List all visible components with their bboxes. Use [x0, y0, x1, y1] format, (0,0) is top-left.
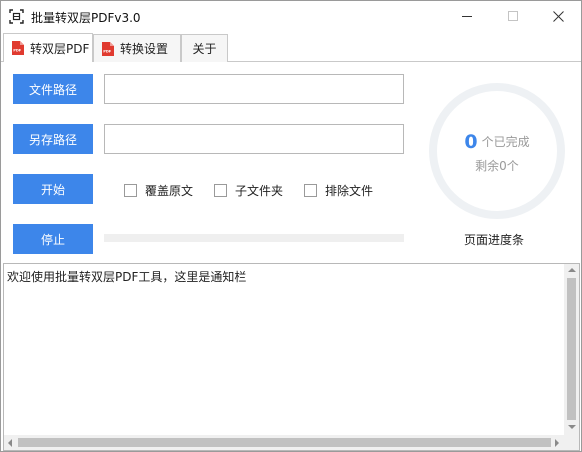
completed-label: 个已完成: [481, 135, 530, 149]
scroll-up-arrow-icon[interactable]: [568, 268, 576, 272]
conversion-progress-bar: [104, 234, 404, 242]
completed-count-display: 0 个已完成: [427, 131, 567, 153]
completed-count: 0: [464, 131, 478, 153]
svg-text:PDF: PDF: [103, 49, 112, 53]
vertical-scrollbar[interactable]: [564, 264, 579, 435]
save-path-button[interactable]: 另存路径: [13, 124, 93, 154]
scrollbar-corner: [564, 435, 579, 450]
exclude-files-checkbox[interactable]: 排除文件: [304, 182, 373, 199]
file-path-input[interactable]: [104, 74, 404, 104]
svg-text:PDF: PDF: [13, 49, 22, 53]
checkbox-box[interactable]: [124, 184, 137, 197]
window-title: 批量转双层PDFv3.0: [31, 11, 141, 25]
page-progress-label: 页面进度条: [463, 233, 524, 247]
pdf-icon: PDF: [12, 41, 24, 55]
minimize-icon: [461, 16, 472, 17]
checkbox-label: 排除文件: [325, 184, 374, 198]
remaining-count: 剩余0个: [475, 159, 519, 173]
save-path-input[interactable]: [104, 124, 404, 154]
minimize-button[interactable]: [444, 1, 490, 32]
tab-label: 关于: [192, 42, 217, 56]
stop-button[interactable]: 停止: [13, 224, 93, 254]
checkbox-label: 覆盖原文: [145, 184, 194, 198]
app-window: 批量转双层PDFv3.0 PDF 转双层PDF PDF 转换设置 关于 文件路径…: [0, 0, 582, 452]
vertical-scroll-thumb[interactable]: [567, 278, 576, 420]
tab-about[interactable]: 关于: [181, 34, 228, 62]
close-icon: [552, 11, 564, 22]
close-button[interactable]: [535, 1, 581, 32]
horizontal-scroll-thumb[interactable]: [18, 438, 551, 447]
checkbox-box[interactable]: [214, 184, 227, 197]
checkbox-label: 子文件夹: [235, 184, 284, 198]
tab-label: 转双层PDF: [30, 41, 90, 56]
horizontal-scrollbar[interactable]: [4, 435, 564, 450]
start-button[interactable]: 开始: [13, 174, 93, 204]
checkbox-box[interactable]: [304, 184, 317, 197]
title-bar[interactable]: 批量转双层PDFv3.0: [1, 1, 581, 32]
maximize-icon: [507, 11, 518, 21]
scan-app-icon: [9, 9, 24, 24]
scroll-down-arrow-icon[interactable]: [568, 425, 576, 429]
subfolder-checkbox[interactable]: 子文件夹: [214, 182, 283, 199]
notification-log[interactable]: 欢迎使用批量转双层PDF工具，这里是通知栏: [3, 263, 580, 451]
tab-label: 转换设置: [120, 42, 169, 56]
maximize-button[interactable]: [490, 1, 536, 32]
tab-strip: PDF 转双层PDF PDF 转换设置 关于: [1, 32, 581, 62]
pdf-icon: PDF: [102, 41, 114, 56]
tab-settings[interactable]: PDF 转换设置: [93, 34, 181, 62]
scroll-left-arrow-icon[interactable]: [8, 439, 12, 447]
tab-convert-pdf[interactable]: PDF 转双层PDF: [3, 33, 93, 62]
overwrite-checkbox[interactable]: 覆盖原文: [124, 182, 193, 199]
scroll-right-arrow-icon[interactable]: [555, 439, 559, 447]
log-message: 欢迎使用批量转双层PDF工具，这里是通知栏: [7, 270, 247, 284]
file-path-button[interactable]: 文件路径: [13, 74, 93, 104]
